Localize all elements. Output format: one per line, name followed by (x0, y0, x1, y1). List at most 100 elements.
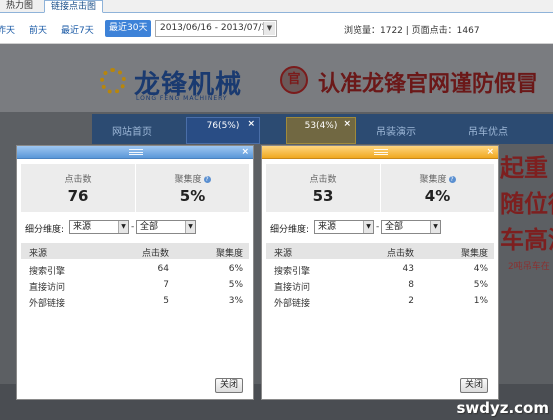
row-source: 直接访问 (274, 283, 311, 293)
focus-metric: 聚集度? 5% (135, 164, 249, 212)
table-row: 搜索引擎 43 4% (266, 261, 494, 277)
row-focus: 4% (473, 264, 488, 274)
close-icon[interactable]: × (241, 146, 249, 159)
table-row: 外部链接 5 3% (21, 293, 249, 309)
row-focus: 5% (473, 280, 488, 290)
row-source: 直接访问 (29, 283, 66, 293)
page-stats: 浏览量：1722 | 页面点击：1467 (344, 26, 480, 36)
site-header: 龙锋机械 LONG FENG MACHINERY 官 认准龙锋官网谨防假冒 (0, 44, 553, 112)
site-logo-subtitle: LONG FENG MACHINERY (136, 95, 228, 102)
close-button[interactable]: 关闭 (460, 378, 488, 393)
tab-link-click-map[interactable]: 链接点击图 (44, 0, 104, 13)
date-toolbar: 昨天 前天 最近7天 最近30天 2013/06/16 - 2013/07/15… (0, 14, 553, 44)
day-before-link[interactable]: 前天 (29, 23, 47, 36)
dimension-label: 细分维度: (270, 225, 310, 235)
nav-item-demo[interactable]: 吊装演示 (376, 123, 416, 138)
tab-bar: 热力图 链接点击图 (0, 0, 553, 13)
table-row: 搜索引擎 64 6% (21, 261, 249, 277)
dimension-label: 细分维度: (25, 225, 65, 235)
nav-item-advantages[interactable]: 吊车优点 (468, 123, 508, 138)
gear-logo-icon (100, 68, 126, 94)
chevron-down-icon: ▼ (363, 221, 373, 233)
date-range-value: 2013/06/16 - 2013/07/15 (160, 23, 273, 33)
watermark: swdyz.com (456, 399, 549, 417)
date-range-select[interactable]: 2013/06/16 - 2013/07/15 ▼ (155, 20, 277, 37)
row-clicks: 64 (157, 264, 169, 274)
row-clicks: 5 (163, 296, 169, 306)
table-row: 外部链接 2 1% (266, 293, 494, 309)
drag-handle-icon[interactable] (374, 149, 388, 155)
focus-label: 聚集度 (419, 175, 447, 185)
chevron-down-icon: ▼ (430, 221, 440, 233)
info-icon[interactable]: ? (448, 176, 456, 183)
filter-select[interactable]: 全部 ▼ (136, 220, 196, 234)
col-clicks: 点击数 (141, 249, 169, 259)
chevron-down-icon: ▼ (118, 221, 128, 233)
filter-select[interactable]: 全部 ▼ (381, 220, 441, 234)
panel-titlebar[interactable]: × (17, 146, 253, 159)
row-clicks: 8 (408, 280, 414, 290)
close-icon[interactable]: × (486, 146, 494, 159)
close-icon[interactable]: × (247, 119, 255, 129)
nav-item-home[interactable]: 网站首页 (112, 123, 152, 138)
row-focus: 3% (228, 296, 243, 306)
row-source: 搜索引擎 (274, 267, 311, 277)
dimension-select[interactable]: 来源 ▼ (314, 220, 374, 234)
last-30-days-button[interactable]: 最近30天 (105, 20, 152, 37)
last-7-days-link[interactable]: 最近7天 (61, 23, 94, 36)
filter-select-value: 全部 (140, 222, 159, 232)
clicks-label: 点击数 (64, 175, 92, 185)
table-header: 来源 点击数 聚集度 (266, 243, 494, 259)
focus-metric: 聚集度? 4% (380, 164, 494, 212)
clicks-metric: 点击数 76 (21, 164, 135, 212)
dimension-select-value: 来源 (73, 222, 92, 232)
chevron-down-icon: ▼ (185, 221, 195, 233)
row-focus: 1% (473, 296, 488, 306)
yesterday-link[interactable]: 昨天 (0, 23, 15, 36)
row-clicks: 43 (402, 264, 414, 274)
bg-small-text: 2吨吊车在 (508, 262, 550, 272)
row-source: 搜索引擎 (29, 267, 66, 277)
row-source: 外部链接 (29, 299, 66, 309)
close-button[interactable]: 关闭 (215, 378, 243, 393)
focus-label: 聚集度 (174, 175, 202, 185)
dimension-select[interactable]: 来源 ▼ (69, 220, 129, 234)
col-source: 来源 (29, 249, 48, 259)
metrics-box: 点击数 76 聚集度? 5% (21, 164, 249, 212)
col-focus: 聚集度 (215, 249, 243, 259)
clicks-label: 点击数 (309, 175, 337, 185)
row-clicks: 7 (163, 280, 169, 290)
table-row: 直接访问 8 5% (266, 277, 494, 293)
table-row: 直接访问 7 5% (21, 277, 249, 293)
filter-select-value: 全部 (385, 222, 404, 232)
official-seal-icon: 官 (280, 66, 308, 94)
row-source: 外部链接 (274, 299, 311, 309)
click-highlight-2[interactable]: 53(4%) × (286, 117, 356, 144)
click-highlight-1[interactable]: 76(5%) × (186, 117, 260, 144)
separator-dash: - (131, 222, 135, 232)
dimension-select-value: 来源 (318, 222, 337, 232)
site-slogan: 认准龙锋官网谨防假冒 (318, 71, 539, 97)
clicks-value: 76 (67, 187, 89, 205)
close-icon[interactable]: × (343, 119, 351, 129)
drag-handle-icon[interactable] (129, 149, 143, 155)
clicks-value: 53 (312, 187, 334, 205)
tab-heatmap[interactable]: 热力图 (0, 0, 39, 13)
click-detail-panel-2: × 点击数 53 聚集度? 4% 细分维度: 来源 ▼ - 全部 ▼ 来源 点击… (261, 145, 499, 400)
focus-value: 4% (424, 187, 451, 205)
panel-titlebar[interactable]: × (262, 146, 498, 159)
row-clicks: 2 (408, 296, 414, 306)
info-icon[interactable]: ? (203, 176, 211, 183)
focus-value: 5% (179, 187, 206, 205)
bg-text-3: 车高清 (500, 225, 553, 254)
bg-text-1: 起重 (500, 153, 548, 182)
row-focus: 6% (228, 264, 243, 274)
table-header: 来源 点击数 聚集度 (21, 243, 249, 259)
bg-text-2: 随位徐 (500, 189, 553, 218)
row-focus: 5% (228, 280, 243, 290)
col-focus: 聚集度 (460, 249, 488, 259)
metrics-box: 点击数 53 聚集度? 4% (266, 164, 494, 212)
col-source: 来源 (274, 249, 293, 259)
separator-dash: - (376, 222, 380, 232)
chevron-down-icon: ▼ (263, 22, 275, 35)
